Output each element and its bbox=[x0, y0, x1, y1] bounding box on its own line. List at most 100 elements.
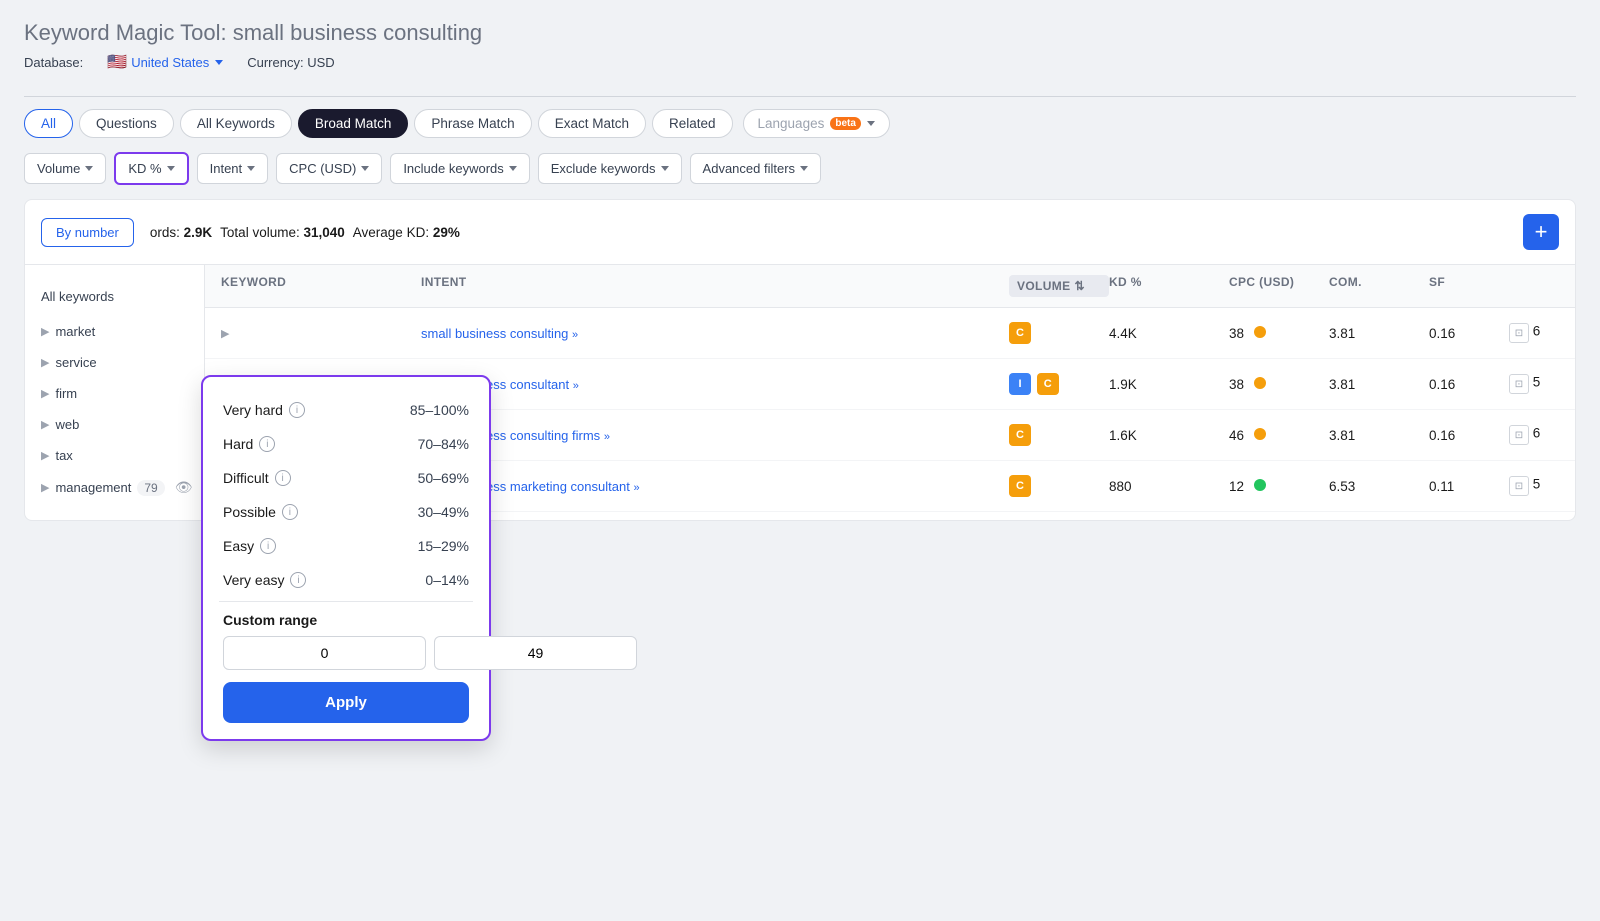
copy-icon[interactable]: ⊡ bbox=[1509, 476, 1529, 496]
intent-badge-c: C bbox=[1009, 475, 1031, 497]
intent-cell: I C bbox=[1009, 373, 1109, 395]
expand-icon: ▶ bbox=[41, 325, 49, 338]
th-kd: KD % bbox=[1109, 275, 1229, 297]
kd-option-difficult[interactable]: Difficult i 50–69% bbox=[219, 461, 473, 495]
kd-option-very-hard[interactable]: Very hard i 85–100% bbox=[219, 393, 473, 427]
sf-cell: ⊡ 6 bbox=[1509, 425, 1559, 445]
th-volume[interactable]: Volume ⇅ bbox=[1009, 275, 1109, 297]
custom-range-from[interactable] bbox=[223, 636, 426, 670]
copy-icon[interactable]: ⊡ bbox=[1509, 425, 1529, 445]
info-icon[interactable]: i bbox=[289, 402, 305, 418]
volume-cell: 880 bbox=[1109, 479, 1229, 494]
info-icon[interactable]: i bbox=[260, 538, 276, 554]
com-cell: 0.16 bbox=[1429, 428, 1509, 443]
info-icon[interactable]: i bbox=[275, 470, 291, 486]
kd-option-hard[interactable]: Hard i 70–84% bbox=[219, 427, 473, 461]
total-keywords: 2.9K bbox=[184, 225, 213, 240]
kd-dot-icon bbox=[1254, 428, 1266, 440]
th-empty bbox=[1509, 275, 1559, 297]
db-row: Database: 🇺🇸 United States Currency: USD bbox=[24, 52, 1576, 72]
kd-dot-icon bbox=[1254, 479, 1266, 491]
copy-icon[interactable]: ⊡ bbox=[1509, 374, 1529, 394]
exclude-keywords-filter[interactable]: Exclude keywords bbox=[538, 153, 682, 184]
intent-badge-c: C bbox=[1009, 322, 1031, 344]
kd-option-possible[interactable]: Possible i 30–49% bbox=[219, 495, 473, 529]
kd-option-easy[interactable]: Easy i 15–29% bbox=[219, 529, 473, 563]
expand-icon: ▶ bbox=[41, 356, 49, 369]
kd-option-very-easy[interactable]: Very easy i 0–14% bbox=[219, 563, 473, 597]
tab-broad-match[interactable]: Broad Match bbox=[298, 109, 409, 138]
sf-cell: ⊡ 6 bbox=[1509, 323, 1559, 343]
tab-exact-match[interactable]: Exact Match bbox=[538, 109, 646, 138]
group-market[interactable]: ▶ market bbox=[41, 316, 188, 347]
group-firm[interactable]: ▶ firm bbox=[41, 378, 188, 409]
th-cpc: CPC (USD) bbox=[1229, 275, 1329, 297]
info-icon[interactable]: i bbox=[290, 572, 306, 588]
currency-label: Currency: USD bbox=[247, 55, 334, 70]
stats-row: By number ords: 2.9K Total volume: 31,04… bbox=[25, 200, 1575, 265]
database-chevron-icon bbox=[215, 60, 223, 65]
expand-icon: ▶ bbox=[41, 418, 49, 431]
th-com: Com. bbox=[1329, 275, 1429, 297]
kd-dot-icon bbox=[1254, 377, 1266, 389]
include-keywords-filter[interactable]: Include keywords bbox=[390, 153, 529, 184]
group-web[interactable]: ▶ web bbox=[41, 409, 188, 440]
cpc-cell: 3.81 bbox=[1329, 326, 1429, 341]
languages-chevron-icon bbox=[867, 121, 875, 126]
volume-cell: 4.4K bbox=[1109, 326, 1229, 341]
group-management[interactable]: ▶ management 79 👁 bbox=[41, 471, 188, 504]
th-intent: Intent bbox=[421, 275, 1009, 297]
apply-button[interactable]: Apply bbox=[223, 682, 469, 723]
database-country[interactable]: 🇺🇸 United States bbox=[107, 52, 223, 72]
page-title: Keyword Magic Tool: small business consu… bbox=[24, 20, 1576, 46]
add-button[interactable]: + bbox=[1523, 214, 1559, 250]
sf-cell: ⊡ 5 bbox=[1509, 476, 1559, 496]
keyword-link[interactable]: small business consulting » bbox=[421, 326, 578, 341]
copy-icon[interactable]: ⊡ bbox=[1509, 323, 1529, 343]
tab-phrase-match[interactable]: Phrase Match bbox=[414, 109, 531, 138]
advanced-filters[interactable]: Advanced filters bbox=[690, 153, 822, 184]
th-sf: SF bbox=[1429, 275, 1509, 297]
beta-badge: beta bbox=[830, 117, 861, 130]
tab-questions[interactable]: Questions bbox=[79, 109, 174, 138]
table-row: ▶ small business consulting » C 4.4K bbox=[205, 308, 1575, 359]
filters-row: Volume KD % Intent CPC (USD) Include key… bbox=[24, 152, 1576, 185]
intent-chevron-icon bbox=[247, 166, 255, 171]
group-tax[interactable]: ▶ tax bbox=[41, 440, 188, 471]
cpc-cell: 6.53 bbox=[1329, 479, 1429, 494]
all-keywords-label: All keywords bbox=[41, 281, 188, 312]
total-volume: 31,040 bbox=[303, 225, 344, 240]
custom-range-inputs bbox=[219, 636, 473, 670]
info-icon[interactable]: i bbox=[282, 504, 298, 520]
volume-filter[interactable]: Volume bbox=[24, 153, 106, 184]
keyword-cell: small business consulting » bbox=[421, 326, 1009, 341]
volume-cell: 1.6K bbox=[1109, 428, 1229, 443]
by-number-button[interactable]: By number bbox=[41, 218, 134, 247]
info-icon[interactable]: i bbox=[259, 436, 275, 452]
kd-filter[interactable]: KD % bbox=[114, 152, 188, 185]
cpc-cell: 3.81 bbox=[1329, 428, 1429, 443]
com-cell: 0.16 bbox=[1429, 326, 1509, 341]
group-service[interactable]: ▶ service bbox=[41, 347, 188, 378]
intent-badge-c: C bbox=[1037, 373, 1059, 395]
kd-dropdown: Very hard i 85–100% Hard i 70–84% Diffic… bbox=[201, 375, 491, 741]
database-label: Database: bbox=[24, 55, 83, 70]
tab-languages[interactable]: Languages beta bbox=[743, 109, 890, 138]
advanced-filters-chevron-icon bbox=[800, 166, 808, 171]
intent-filter[interactable]: Intent bbox=[197, 153, 269, 184]
th-keyword: keyword bbox=[221, 275, 421, 297]
tab-all-keywords[interactable]: All Keywords bbox=[180, 109, 292, 138]
custom-range-label: Custom range bbox=[219, 612, 473, 628]
intent-badge-i: I bbox=[1009, 373, 1031, 395]
intent-cell: C bbox=[1009, 424, 1109, 446]
volume-cell: 1.9K bbox=[1109, 377, 1229, 392]
tab-all[interactable]: All bbox=[24, 109, 73, 138]
cpc-filter[interactable]: CPC (USD) bbox=[276, 153, 382, 184]
cpc-chevron-icon bbox=[361, 166, 369, 171]
tab-related[interactable]: Related bbox=[652, 109, 733, 138]
expand-icon: ▶ bbox=[41, 481, 49, 494]
sf-cell: ⊡ 5 bbox=[1509, 374, 1559, 394]
custom-range-to[interactable] bbox=[434, 636, 637, 670]
header-divider bbox=[24, 96, 1576, 97]
visibility-icon[interactable]: 👁 bbox=[175, 479, 193, 496]
